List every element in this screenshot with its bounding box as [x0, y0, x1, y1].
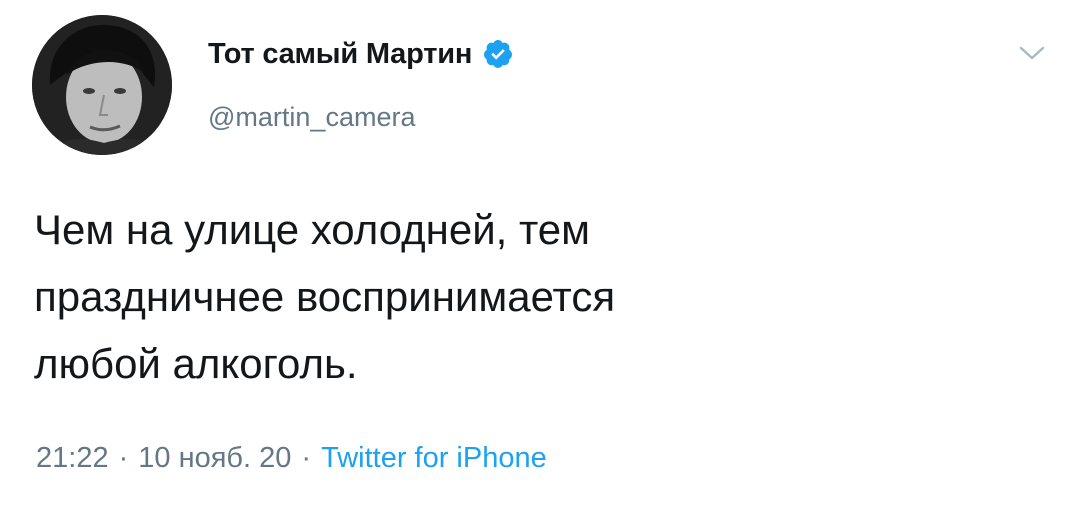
display-name-row[interactable]: Тот самый Мартин [208, 34, 514, 74]
display-name[interactable]: Тот самый Мартин [208, 38, 472, 71]
avatar-photo [32, 15, 172, 155]
meta-separator: · [118, 442, 129, 474]
tweet-card: Тот самый Мартин @martin_camera Чем на у… [0, 0, 1080, 506]
tweet-source-link[interactable]: Twitter for iPhone [321, 442, 547, 475]
user-handle[interactable]: @martin_camera [208, 102, 415, 133]
verified-badge-icon [484, 40, 513, 68]
tweet-text: Чем на улице холодней, тем праздничнее в… [34, 206, 616, 387]
tweet-time[interactable]: 21:22 [36, 442, 109, 475]
chevron-down-icon[interactable] [1018, 44, 1046, 62]
avatar[interactable] [32, 15, 172, 155]
tweet-meta: 21:22 · 10 нояб. 20 · Twitter for iPhone [36, 442, 547, 475]
meta-separator: · [301, 442, 312, 474]
tweet-date[interactable]: 10 нояб. 20 [138, 442, 291, 475]
